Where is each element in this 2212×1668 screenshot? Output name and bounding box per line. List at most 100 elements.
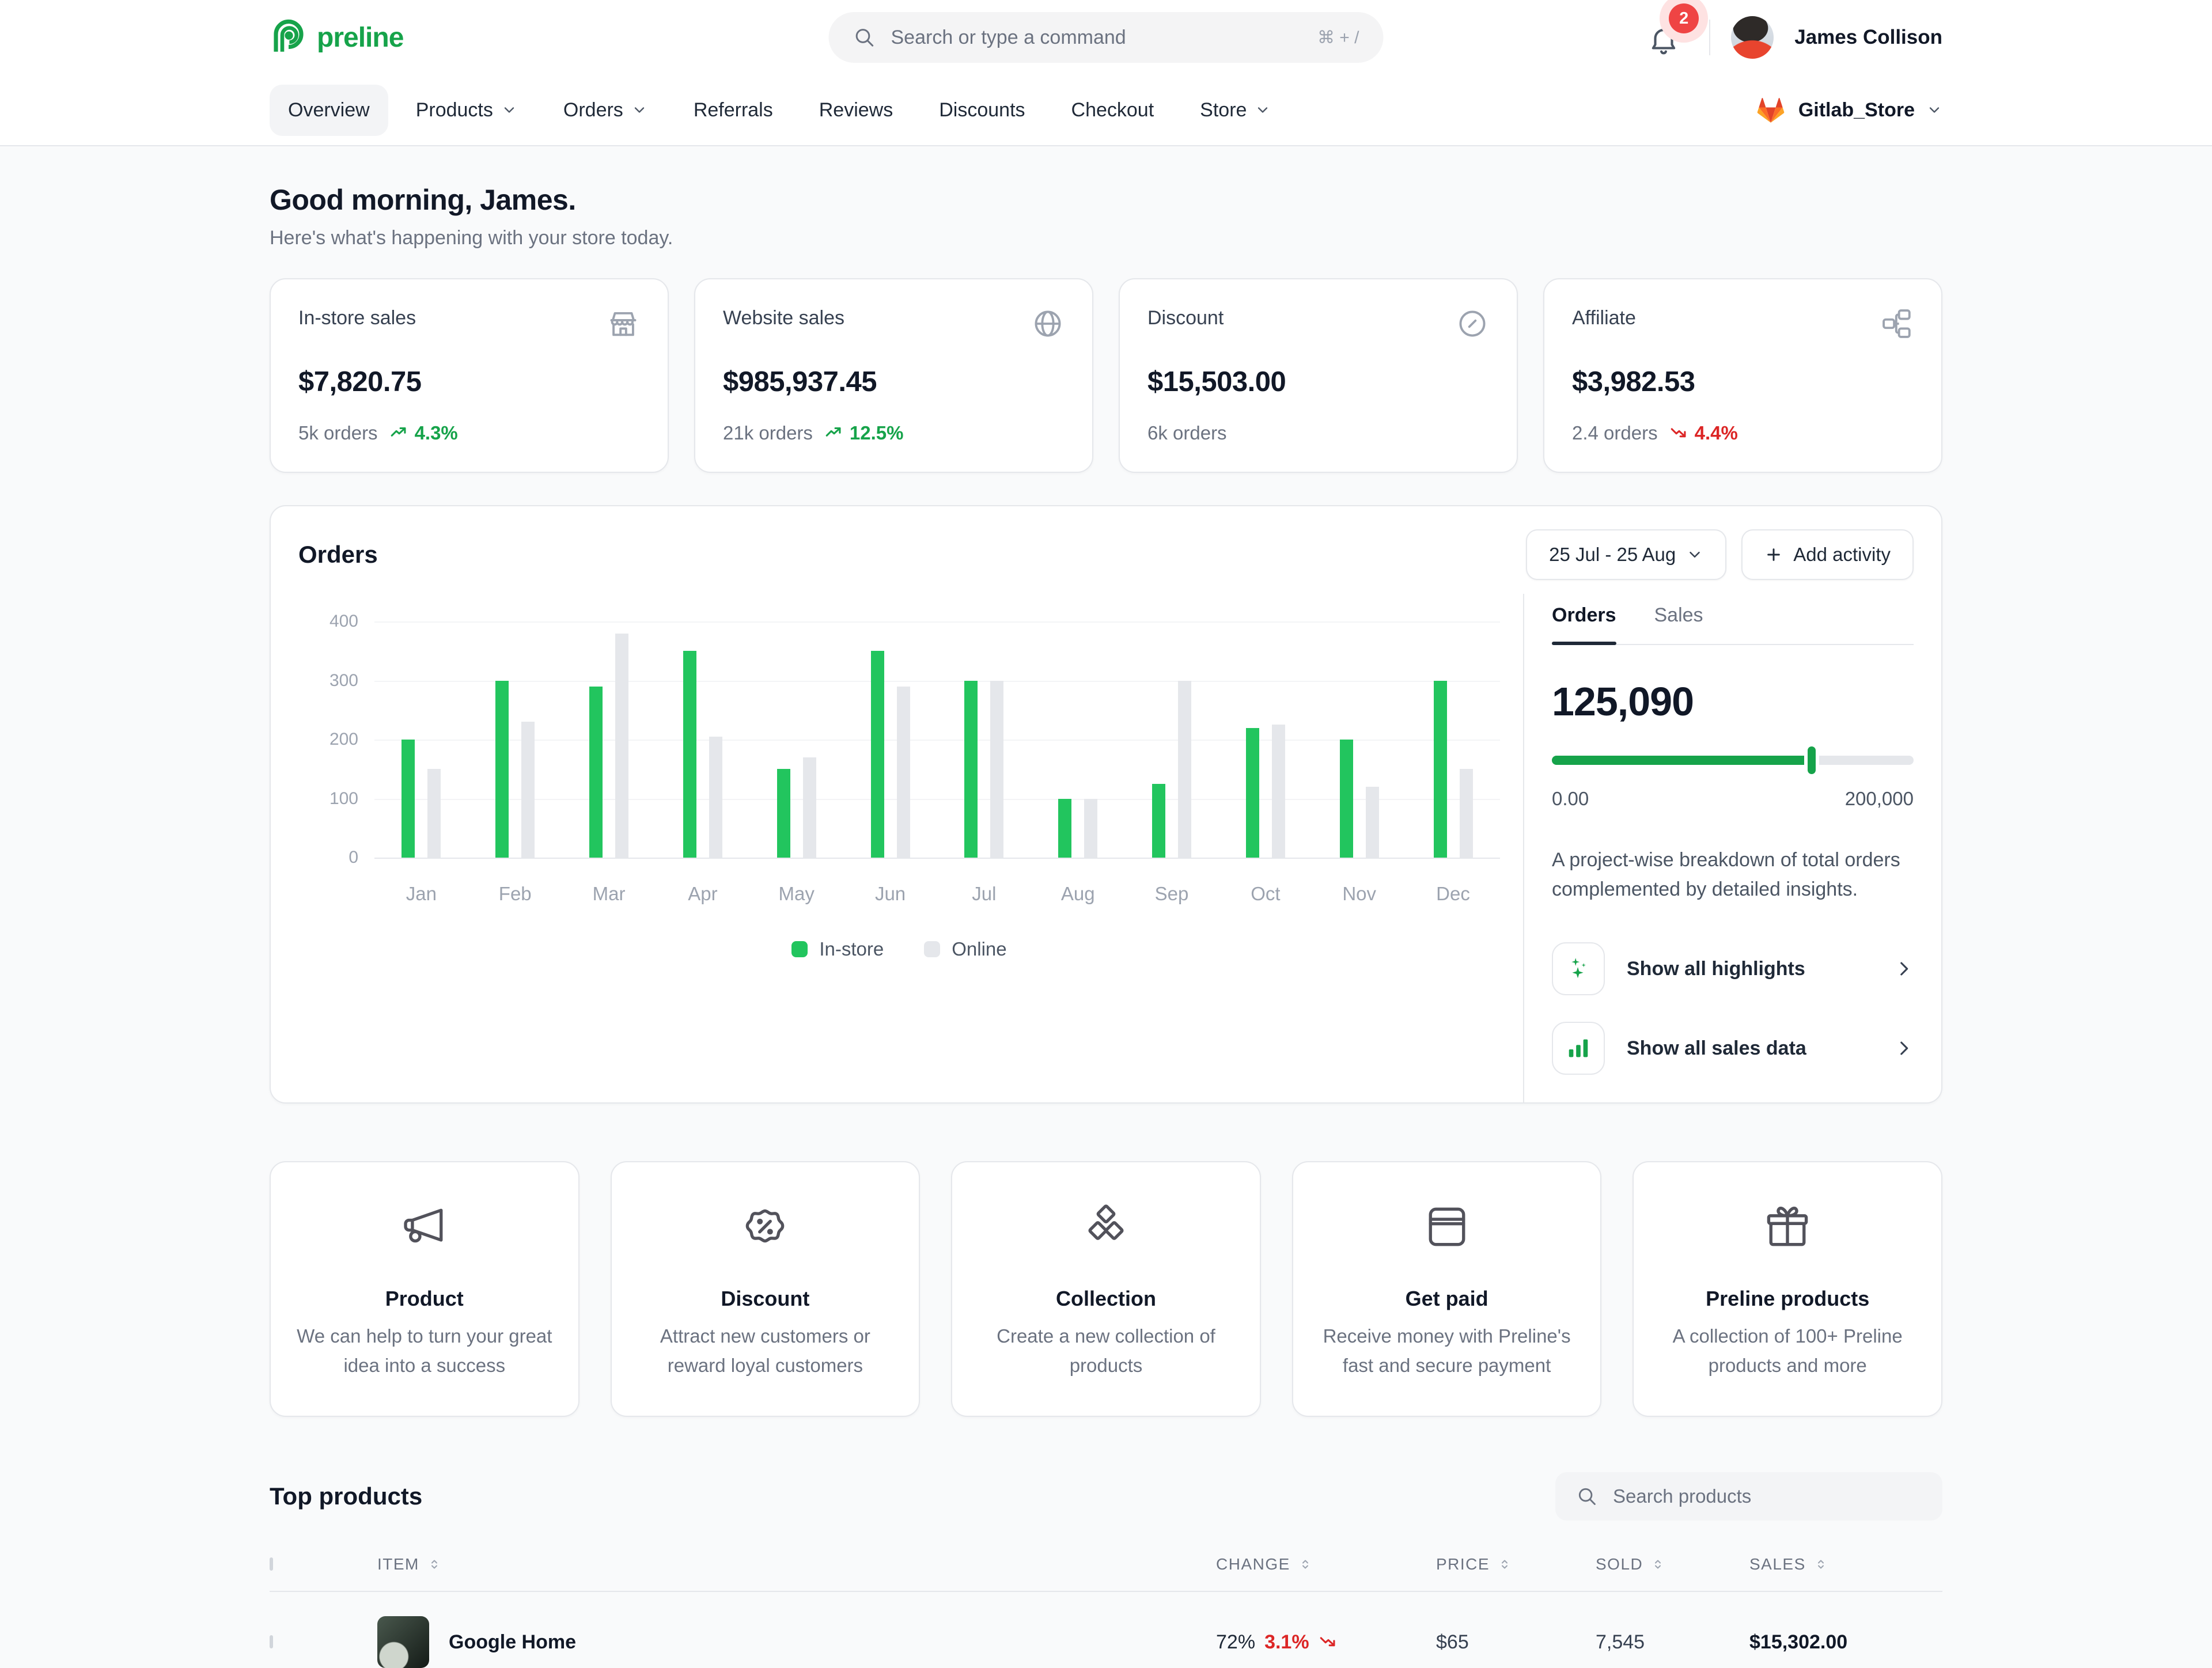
bar-in-store-nov — [1340, 740, 1353, 858]
legend-swatch-online — [924, 941, 940, 957]
nav-item-checkout[interactable]: Checkout — [1053, 85, 1173, 136]
page-subtitle: Here's what's happening with your store … — [270, 227, 1942, 249]
nav-item-overview[interactable]: Overview — [270, 85, 388, 136]
show-all-sales-data-link[interactable]: Show all sales data — [1552, 1022, 1914, 1075]
column-header-price[interactable]: PRICE — [1436, 1555, 1596, 1574]
bar-online-jan — [427, 769, 441, 858]
store-selector[interactable]: Gitlab_Store — [1755, 94, 1942, 126]
y-tick: 300 — [329, 671, 358, 691]
search-products-placeholder: Search products — [1613, 1485, 1751, 1507]
add-activity-button[interactable]: Add activity — [1741, 529, 1914, 580]
bar-online-oct — [1272, 725, 1285, 858]
header-divider — [1709, 20, 1710, 55]
bar-group-jan — [374, 621, 468, 858]
nav-item-orders[interactable]: Orders — [545, 85, 666, 136]
column-header-change[interactable]: CHANGE — [1216, 1555, 1436, 1574]
nav-item-discounts[interactable]: Discounts — [921, 85, 1043, 136]
chart-y-axis: 400 300 200 100 0 — [298, 621, 358, 858]
feature-card-preline-products[interactable]: Preline products A collection of 100+ Pr… — [1633, 1161, 1942, 1417]
top-products-table: ITEM CHANGE PRICE SOLD SALES — [270, 1546, 1942, 1668]
gridline-baseline — [374, 858, 1500, 859]
bar-in-store-sep — [1152, 784, 1165, 858]
bar-group-apr — [656, 621, 749, 858]
feature-title: Discount — [635, 1287, 896, 1311]
bar-in-store-oct — [1246, 728, 1259, 858]
date-range-button[interactable]: 25 Jul - 25 Aug — [1526, 529, 1726, 580]
bar-group-feb — [468, 621, 562, 858]
trend-down-icon — [1669, 423, 1689, 443]
y-tick: 200 — [329, 730, 358, 749]
bar-group-oct — [1218, 621, 1312, 858]
nav-item-reviews[interactable]: Reviews — [801, 85, 911, 136]
bar-group-jun — [843, 621, 937, 858]
tab-sales[interactable]: Sales — [1654, 604, 1703, 644]
feature-description: A collection of 100+ Preline products an… — [1657, 1321, 1918, 1380]
bar-online-nov — [1366, 787, 1379, 858]
y-tick: 0 — [349, 848, 358, 867]
feature-description: We can help to turn your great idea into… — [294, 1321, 555, 1380]
orders-section-title: Orders — [298, 541, 378, 568]
user-avatar[interactable] — [1731, 16, 1774, 59]
feature-card-discount[interactable]: Discount Attract new customers or reward… — [611, 1161, 921, 1417]
search-shortcut-hint: ⌘ + / — [1317, 28, 1359, 48]
trend-up: 4.3% — [389, 422, 458, 444]
column-header-item[interactable]: ITEM — [377, 1555, 1216, 1574]
sort-icon — [1651, 1557, 1665, 1571]
feature-card-get-paid[interactable]: Get paid Receive money with Preline's fa… — [1292, 1161, 1602, 1417]
feature-card-product[interactable]: Product We can help to turn your great i… — [270, 1161, 579, 1417]
global-search-input[interactable]: Search or type a command ⌘ + / — [829, 12, 1384, 63]
x-tick-jun: Jun — [843, 883, 937, 905]
feature-description: Create a new collection of products — [975, 1321, 1237, 1380]
orders-progress-bar[interactable] — [1552, 756, 1914, 765]
table-header-row: ITEM CHANGE PRICE SOLD SALES — [270, 1546, 1942, 1592]
bar-online-mar — [615, 634, 628, 858]
app-header: preline Search or type a command ⌘ + / 2 — [0, 0, 2212, 75]
chevron-down-icon — [631, 102, 647, 118]
main-nav: Overview Products Orders Referrals Revie… — [0, 75, 2212, 146]
orders-progress-fill — [1552, 756, 1812, 765]
greeting: Good morning, James. Here's what's happe… — [270, 183, 1942, 249]
trend-value: 12.5% — [850, 422, 904, 444]
stat-amount: $7,820.75 — [298, 366, 640, 398]
tab-orders[interactable]: Orders — [1552, 604, 1616, 644]
chart-legend: In-store Online — [298, 938, 1500, 960]
x-tick-jan: Jan — [374, 883, 468, 905]
column-header-sales[interactable]: SALES — [1749, 1555, 1942, 1574]
bar-online-may — [803, 757, 816, 858]
y-tick: 400 — [329, 612, 358, 631]
notifications-button[interactable]: 2 — [1647, 17, 1688, 58]
bar-group-sep — [1125, 621, 1219, 858]
bar-online-apr — [709, 737, 722, 858]
bar-chart-icon — [1552, 1022, 1605, 1075]
plus-icon — [1764, 545, 1783, 564]
select-all-checkbox[interactable] — [270, 1557, 273, 1571]
product-thumbnail — [377, 1616, 429, 1668]
show-all-highlights-link[interactable]: Show all highlights — [1552, 942, 1914, 995]
stat-orders: 6k orders — [1147, 422, 1227, 444]
trend-up: 12.5% — [824, 422, 904, 444]
column-header-sold[interactable]: SOLD — [1596, 1555, 1749, 1574]
trend-down-icon — [1319, 1632, 1338, 1652]
bar-in-store-aug — [1058, 799, 1071, 858]
preline-logo[interactable]: preline — [270, 18, 403, 56]
legend-item-online: Online — [924, 938, 1006, 960]
notification-badge: 2 — [1669, 3, 1699, 33]
stat-card-discount: Discount $15,503.00 6k orders — [1119, 278, 1518, 473]
gitlab-icon — [1755, 94, 1787, 126]
nav-item-products[interactable]: Products — [397, 85, 536, 136]
user-name[interactable]: James Collison — [1794, 26, 1942, 49]
nav-item-store[interactable]: Store — [1181, 85, 1289, 136]
row-checkbox[interactable] — [270, 1635, 273, 1648]
bar-group-mar — [562, 621, 656, 858]
search-products-input[interactable]: Search products — [1555, 1472, 1942, 1521]
store-selector-label: Gitlab_Store — [1798, 99, 1915, 122]
sort-icon — [1498, 1557, 1512, 1571]
nav-item-referrals[interactable]: Referrals — [675, 85, 791, 136]
stat-cards-row: In-store sales $7,820.75 5k orders 4.3% — [270, 278, 1942, 473]
stat-card-affiliate: Affiliate $3,982.53 2.4 orders 4.4% — [1543, 278, 1942, 473]
stat-amount: $3,982.53 — [1572, 366, 1914, 398]
x-tick-apr: Apr — [656, 883, 749, 905]
feature-card-collection[interactable]: Collection Create a new collection of pr… — [951, 1161, 1261, 1417]
chevron-right-icon — [1894, 1038, 1914, 1058]
credit-card-icon — [1316, 1200, 1578, 1253]
